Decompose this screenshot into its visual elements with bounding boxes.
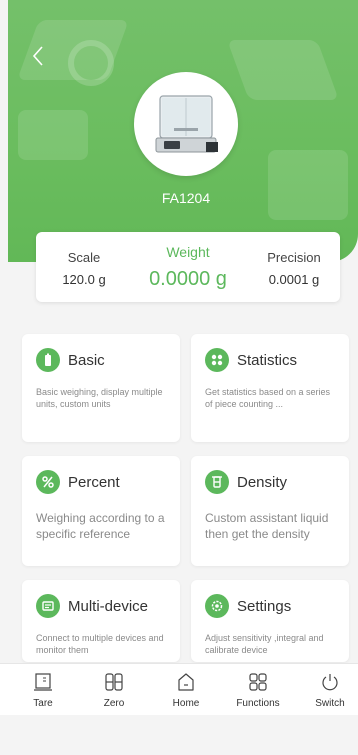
device-name: FA1204 — [161, 190, 211, 206]
weight-label: Weight — [166, 244, 210, 260]
tab-tare[interactable]: Tare — [11, 664, 75, 716]
scale-column: Scale 120.0 g — [46, 232, 122, 302]
power-icon — [322, 674, 338, 691]
back-button[interactable] — [28, 42, 48, 70]
multi-device-card[interactable]: Multi-device Connect to multiple devices… — [22, 580, 180, 662]
tab-functions[interactable]: Functions — [226, 664, 290, 716]
background-decoration — [18, 110, 88, 160]
settings-card[interactable]: Settings Adjust sensitivity ,integral an… — [191, 580, 349, 662]
flask-icon — [205, 470, 229, 494]
background-decoration — [268, 150, 348, 220]
precision-value: 0.0001 g — [268, 272, 320, 287]
tab-tare-label: Tare — [33, 698, 53, 709]
gear-icon — [205, 594, 229, 618]
tab-functions-label: Functions — [236, 698, 280, 709]
multi-device-description: Connect to multiple devices and monitor … — [36, 633, 164, 655]
weight-column: Weight 0.0000 g — [130, 232, 246, 302]
statistics-description: Get statistics based on a series of piec… — [205, 387, 331, 409]
settings-description: Adjust sensitivity ,integral and calibra… — [205, 633, 324, 655]
bottom-tab-bar: Tare Zero Home Functions Switch — [0, 663, 358, 715]
percent-icon — [36, 470, 60, 494]
device-image — [134, 72, 238, 176]
tab-zero-label: Zero — [103, 698, 125, 709]
tab-home[interactable]: Home — [154, 664, 218, 716]
density-card[interactable]: Density Custom assistant liquid then get… — [191, 456, 349, 566]
chevron-left-icon — [32, 46, 43, 66]
precision-column: Precision 0.0001 g — [254, 232, 334, 302]
tab-switch[interactable]: Switch — [298, 664, 358, 716]
tab-zero[interactable]: Zero — [82, 664, 146, 716]
basic-card[interactable]: Basic Basic weighing, display multiple u… — [22, 334, 180, 442]
background-decoration — [68, 40, 114, 86]
percent-title: Percent — [68, 474, 120, 491]
balance-icon — [155, 95, 218, 153]
devices-icon — [36, 594, 60, 618]
density-description: Custom assistant liquid then get the den… — [205, 511, 329, 541]
weight-value: 0.0000 g — [149, 268, 227, 290]
scale-label: Scale — [67, 250, 101, 265]
zero-icon — [105, 673, 123, 691]
home-icon — [178, 673, 194, 691]
multi-device-title: Multi-device — [68, 598, 149, 615]
percent-card[interactable]: Percent Weighing according to a specific… — [22, 456, 180, 566]
basic-description: Basic weighing, display multiple units, … — [36, 387, 163, 409]
grid-dots-icon — [205, 348, 229, 372]
bottom-safe-area — [0, 716, 358, 755]
scale-value: 120.0 g — [62, 272, 106, 287]
settings-title: Settings — [237, 598, 292, 615]
statistics-title: Statistics — [237, 352, 298, 369]
precision-label: Precision — [267, 250, 321, 265]
basic-title: Basic — [68, 352, 105, 369]
tab-home-label: Home — [172, 698, 200, 709]
battery-icon — [36, 348, 60, 372]
functions-grid-icon — [249, 673, 267, 691]
tab-switch-label: Switch — [315, 698, 345, 709]
percent-description: Weighing according to a specific referen… — [36, 511, 165, 541]
tare-icon — [34, 673, 52, 691]
density-title: Density — [237, 474, 288, 491]
weight-readout-panel: Scale 120.0 g Weight 0.0000 g Precision … — [36, 232, 340, 302]
statistics-card[interactable]: Statistics Get statistics based on a ser… — [191, 334, 349, 442]
background-decoration — [227, 40, 339, 100]
